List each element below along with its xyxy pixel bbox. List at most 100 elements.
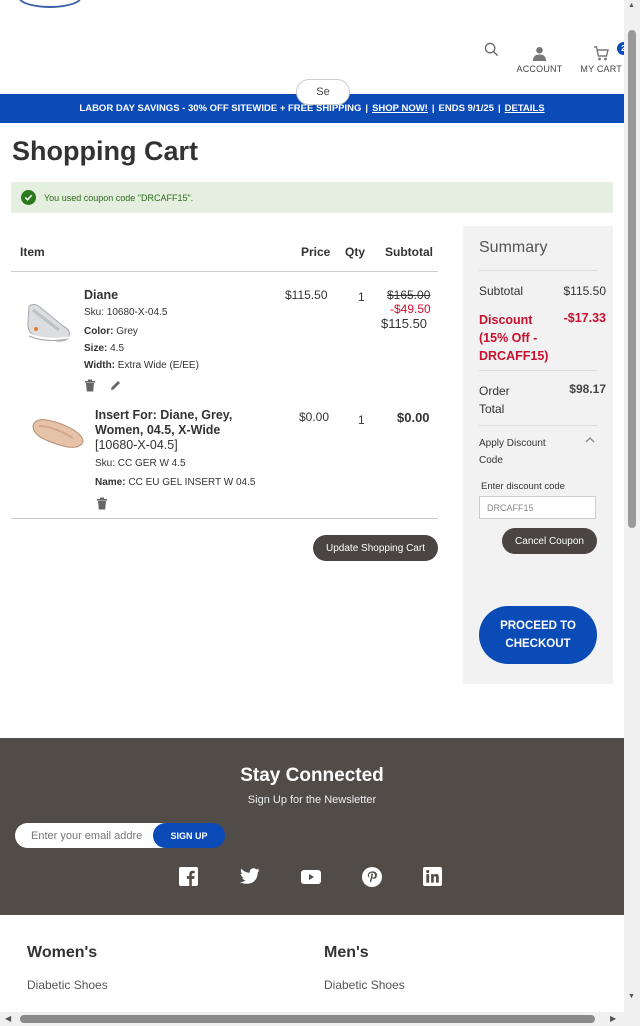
- womens-diabetic-link[interactable]: Diabetic Shoes: [27, 978, 108, 992]
- summary-title: Summary: [479, 239, 548, 256]
- scroll-up-arrow-icon[interactable]: ▲: [628, 2, 635, 9]
- vertical-scrollbar[interactable]: ▲ ▼: [624, 0, 640, 1012]
- cart-link[interactable]: 2 MY CART: [580, 42, 630, 74]
- product-name-line1[interactable]: Insert For: Diane, Grey,: [95, 408, 232, 423]
- scroll-left-arrow-icon[interactable]: ◀: [5, 1014, 11, 1023]
- search-toggle[interactable]: Se: [296, 79, 350, 105]
- social-links: [178, 866, 443, 887]
- divider: [479, 270, 597, 271]
- order-total-value: $98.17: [569, 382, 606, 396]
- scroll-down-arrow-icon[interactable]: ▼: [628, 993, 635, 1000]
- vertical-scroll-thumb[interactable]: [628, 30, 636, 528]
- apply-discount-toggle[interactable]: Apply Discount Code: [479, 435, 559, 469]
- item-subtotal: $0.00: [397, 410, 430, 425]
- cart-item-row: Insert For: Diane, Grey, Women, 04.5, X-…: [11, 400, 438, 519]
- horizontal-scrollbar[interactable]: ◀ ▶: [0, 1012, 640, 1026]
- header-actions: ACCOUNT 2 MY CART: [484, 42, 630, 74]
- product-name-line2[interactable]: Women, 04.5, X-Wide: [95, 423, 220, 438]
- chevron-up-icon[interactable]: [585, 434, 595, 446]
- twitter-icon[interactable]: [239, 866, 260, 887]
- search-button[interactable]: [484, 42, 499, 60]
- cart-table: Item Price Qty Subtotal Diane Sku: 10680…: [11, 228, 438, 519]
- product-name-line3[interactable]: [10680-X-04.5]: [95, 438, 178, 453]
- newsletter-subtitle: Sign Up for the Newsletter: [247, 794, 377, 806]
- footer-links: Women's Diabetic Shoes Men's Diabetic Sh…: [0, 916, 624, 1012]
- account-link[interactable]: ACCOUNT: [517, 46, 563, 74]
- youtube-icon[interactable]: [300, 866, 321, 887]
- header-qty: Qty: [345, 245, 366, 259]
- cart-item-row: Diane Sku: 10680-X-04.5 Color: Grey Size…: [11, 272, 438, 400]
- item-subtotal: $115.50: [381, 316, 428, 331]
- promo-separator: |: [497, 103, 501, 114]
- cart-icon: [594, 46, 610, 61]
- width-value: Extra Wide (E/EE): [117, 360, 199, 371]
- product-name-attr: Name: CC EU GEL INSERT W 04.5: [95, 477, 255, 488]
- user-icon: [532, 46, 547, 61]
- header-item: Item: [20, 245, 45, 259]
- apply-line2: Code: [479, 455, 503, 466]
- stay-connected-title: Stay Connected: [240, 765, 384, 786]
- discount-label-line3: DRCAFF15): [479, 349, 549, 363]
- order-total-line1: Order: [479, 384, 510, 398]
- scroll-right-arrow-icon[interactable]: ▶: [610, 1014, 616, 1023]
- womens-heading[interactable]: Women's: [27, 944, 97, 962]
- discount-value: -$17.33: [563, 311, 606, 325]
- item-qty[interactable]: 1: [358, 290, 365, 304]
- product-image-insert[interactable]: [29, 412, 87, 452]
- discount-code-input[interactable]: [479, 496, 596, 519]
- details-link[interactable]: DETAILS: [505, 103, 545, 114]
- search-icon: [484, 42, 498, 57]
- mens-diabetic-link[interactable]: Diabetic Shoes: [324, 978, 405, 992]
- name-label: Name:: [95, 477, 126, 488]
- discount-amount: -$49.50: [390, 302, 431, 316]
- discount-label-line2: (15% Off -: [479, 331, 538, 345]
- edit-pencil-icon[interactable]: [109, 379, 122, 392]
- product-sku: Sku: CC GER W 4.5: [95, 458, 186, 469]
- product-color: Color: Grey: [84, 326, 138, 337]
- order-total-label: Order Total: [479, 382, 510, 418]
- newsletter-email-input[interactable]: [15, 823, 175, 848]
- newsletter-form: SIGN UP: [15, 823, 225, 848]
- color-label: Color:: [84, 326, 114, 337]
- facebook-icon[interactable]: [178, 866, 199, 887]
- discount-code-label: Enter discount code: [481, 481, 565, 492]
- header-price: Price: [301, 245, 331, 259]
- item-price: $0.00: [299, 410, 330, 424]
- pinterest-icon[interactable]: [361, 866, 382, 887]
- item-price: $115.50: [285, 288, 328, 302]
- trash-icon[interactable]: [84, 379, 96, 392]
- product-image-shoe[interactable]: [23, 296, 73, 344]
- order-total-line2: Total: [479, 402, 505, 416]
- newsletter-section: Stay Connected Sign Up for the Newslette…: [0, 738, 624, 915]
- divider: [479, 425, 597, 426]
- name-value: CC EU GEL INSERT W 04.5: [128, 477, 256, 488]
- promo-ends: ENDS 9/1/25: [438, 103, 494, 114]
- horizontal-scroll-thumb[interactable]: [20, 1015, 595, 1023]
- linkedin-icon[interactable]: [422, 866, 443, 887]
- promo-separator: |: [365, 103, 369, 114]
- item-qty[interactable]: 1: [358, 413, 365, 427]
- brand-logo[interactable]: [18, 0, 82, 8]
- header-subtotal: Subtotal: [385, 245, 433, 259]
- product-width: Width: Extra Wide (E/EE): [84, 360, 199, 371]
- mens-heading[interactable]: Men's: [324, 944, 369, 962]
- signup-button[interactable]: SIGN UP: [153, 823, 225, 848]
- promo-separator: |: [431, 103, 435, 114]
- cancel-coupon-button[interactable]: Cancel Coupon: [502, 528, 597, 554]
- account-label: ACCOUNT: [516, 64, 563, 74]
- proceed-to-checkout-button[interactable]: PROCEED TO CHECKOUT: [479, 606, 597, 664]
- subtotal-label: Subtotal: [479, 284, 524, 298]
- subtotal-value: $115.50: [563, 284, 607, 298]
- shop-now-link[interactable]: SHOP NOW!: [372, 103, 428, 114]
- update-cart-button[interactable]: Update Shopping Cart: [313, 535, 438, 561]
- product-name[interactable]: Diane: [84, 288, 118, 303]
- product-size: Size: 4.5: [84, 343, 124, 354]
- trash-icon[interactable]: [96, 497, 108, 510]
- page-title: Shopping Cart: [12, 136, 198, 166]
- discount-label: Discount (15% Off - DRCAFF15): [479, 311, 548, 365]
- original-subtotal: $165.00: [387, 288, 431, 302]
- check-circle-icon: [21, 190, 36, 205]
- size-value: 4.5: [110, 343, 125, 354]
- width-label: Width:: [84, 360, 116, 371]
- order-summary: Summary Subtotal $115.50 Discount (15% O…: [463, 226, 613, 684]
